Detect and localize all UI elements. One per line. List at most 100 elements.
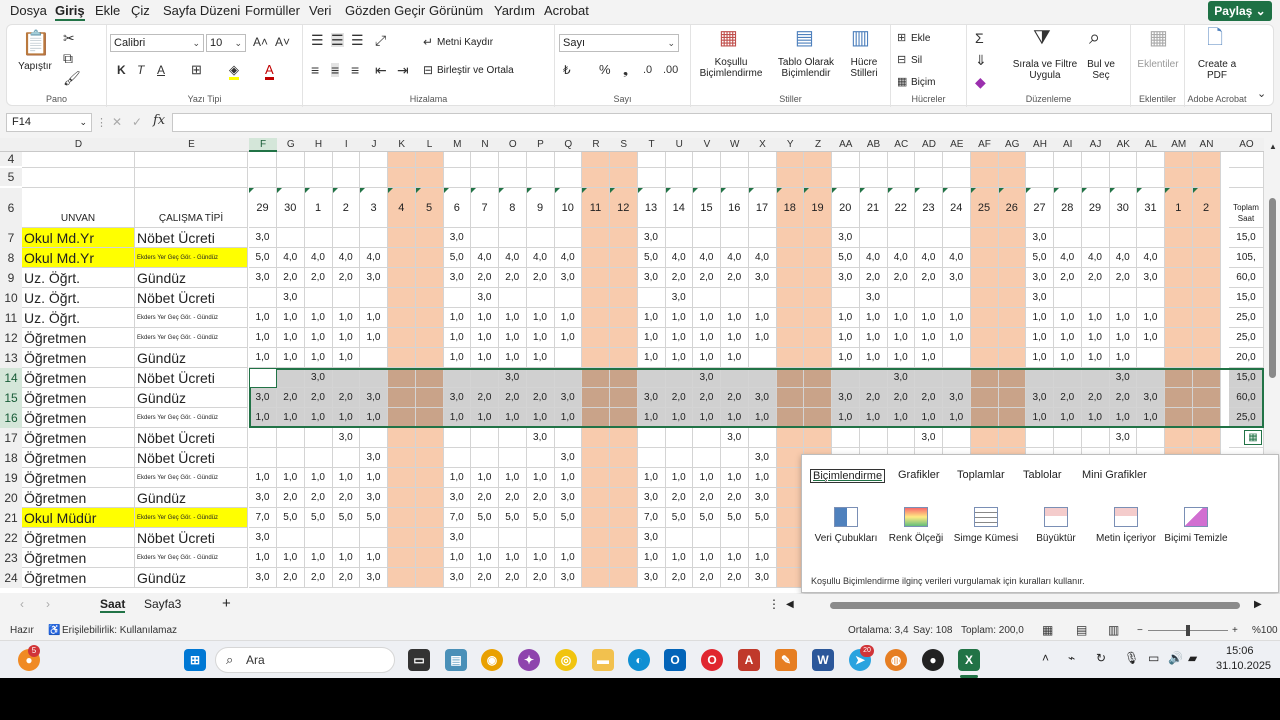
cell-empty[interactable] [360,168,388,188]
cell-value[interactable]: 3,0 [249,268,277,288]
cell-value[interactable]: 1,0 [443,548,471,568]
cell-value[interactable] [970,368,999,388]
decrease-indent-icon[interactable]: ⇤ [375,63,387,77]
scroll-left-icon[interactable]: ◀ [786,599,794,610]
day-header[interactable]: 16 [721,188,749,228]
cell-empty[interactable] [1026,168,1054,188]
cell-value[interactable]: 5,0 [526,508,555,528]
vertical-scroll-thumb[interactable] [1269,198,1276,378]
cell-value[interactable]: 3,0 [443,568,471,588]
cell-value[interactable] [970,228,999,248]
cell-value[interactable]: 1,0 [304,308,333,328]
cell-value[interactable] [970,288,999,308]
cell-value[interactable] [859,428,888,448]
add-sheet-icon[interactable]: + [222,595,231,612]
cell-value[interactable] [776,468,804,488]
cell-unvan[interactable]: Öğretmen [22,528,135,548]
cell-value[interactable] [693,428,721,448]
cell-value[interactable] [1165,248,1193,268]
underline-button[interactable]: A [157,63,165,77]
day-header[interactable]: 30 [1109,188,1137,228]
sort-filter-icon[interactable]: ⧩ [1033,28,1051,48]
cell-value[interactable]: 1,0 [471,548,499,568]
cell-value[interactable]: 1,0 [277,308,305,328]
cell-value[interactable]: 1,0 [1054,308,1082,328]
day-header[interactable]: 29 [1081,188,1110,228]
paste-icon[interactable]: 📋 [21,31,51,57]
cell-value[interactable]: 2,0 [304,388,333,408]
cell-value[interactable] [499,528,527,548]
cell-empty[interactable] [610,168,638,188]
cell-value[interactable]: 2,0 [304,268,333,288]
row-header-6[interactable]: 6 [0,188,22,228]
cell-empty[interactable] [970,168,999,188]
cell-value[interactable]: 3,0 [748,448,777,468]
cell-value[interactable]: 1,0 [693,328,721,348]
cell-value[interactable]: 1,0 [665,468,693,488]
start-icon[interactable]: ⊞ [184,649,206,671]
cell-value[interactable]: 2,0 [665,388,693,408]
cell-value[interactable] [554,288,582,308]
cell-empty[interactable] [1054,152,1082,168]
font-name-dropdown[interactable]: Calibri ⌄ [110,34,204,52]
autosum-icon[interactable]: Σ [975,31,984,45]
cell-value[interactable] [249,288,277,308]
cell-value[interactable] [610,408,638,428]
number-format-dropdown[interactable]: Sayı ⌄ [559,34,679,52]
wrap-text-button[interactable]: Metni Kaydır [437,37,517,48]
column-header-p[interactable]: P [527,138,555,152]
day-header[interactable]: 27 [1026,188,1054,228]
horizontal-scroll-thumb[interactable] [830,602,1240,609]
cell-value[interactable]: 1,0 [832,308,860,328]
cell-empty[interactable] [304,168,333,188]
cell-value[interactable]: 2,0 [526,568,555,588]
menu-page-layout[interactable]: Sayfa Düzeni [163,3,240,18]
cell-value[interactable] [721,448,749,468]
cell-total[interactable]: 25,0 [1229,308,1264,328]
cell-value[interactable]: 4,0 [332,248,360,268]
name-box[interactable]: F14 ⌄ [6,113,92,132]
cell-value[interactable] [526,368,555,388]
cell-value[interactable]: 2,0 [471,488,499,508]
cell-value[interactable]: 1,0 [360,408,388,428]
cell-value[interactable]: 3,0 [360,568,388,588]
row-header-4[interactable]: 4 [0,152,22,166]
column-header-q[interactable]: Q [555,138,583,152]
cell-value[interactable]: 5,0 [360,508,388,528]
day-header[interactable]: 11 [582,188,610,228]
cell-value[interactable] [415,428,444,448]
cell-value[interactable]: 2,0 [499,268,527,288]
create-pdf-icon[interactable]: 🗋 [1207,28,1223,48]
cell-value[interactable]: 2,0 [304,488,333,508]
cell-value[interactable]: 1,0 [915,348,943,368]
cell-value[interactable]: 1,0 [1109,348,1137,368]
cell-value[interactable] [776,488,804,508]
cell-value[interactable]: 1,0 [332,328,360,348]
cell-value[interactable]: 2,0 [693,488,721,508]
sync-icon[interactable]: ↻ [1096,651,1106,665]
cell-value[interactable] [388,248,416,268]
row-header-12[interactable]: 12 [0,328,22,348]
edge-icon[interactable]: ◐ [628,649,650,671]
cell-value[interactable] [721,528,749,548]
cell-value[interactable] [776,428,804,448]
cell-value[interactable] [582,468,610,488]
cell-unvan[interactable]: Okul Müdür [22,508,135,528]
cell-value[interactable] [610,468,638,488]
cell-value[interactable]: 3,0 [1137,388,1165,408]
copy-icon[interactable]: ⧉ [63,51,73,65]
cell-value[interactable] [277,428,305,448]
cell-value[interactable]: 4,0 [721,248,749,268]
cell-value[interactable] [610,548,638,568]
cancel-icon[interactable]: ✕ [112,115,122,129]
cell-value[interactable]: 5,0 [332,508,360,528]
cell-total[interactable]: 15,0 [1229,368,1264,388]
paste-button[interactable]: Yapıştır [13,61,57,72]
cell-value[interactable] [748,288,777,308]
enter-icon[interactable]: ✓ [132,115,142,129]
cell-value[interactable] [582,448,610,468]
menu-acrobat[interactable]: Acrobat [544,3,589,18]
share-button[interactable]: Paylaş ⌄ [1208,1,1272,21]
cell-value[interactable]: 3,0 [332,428,360,448]
cell-empty[interactable] [665,168,693,188]
